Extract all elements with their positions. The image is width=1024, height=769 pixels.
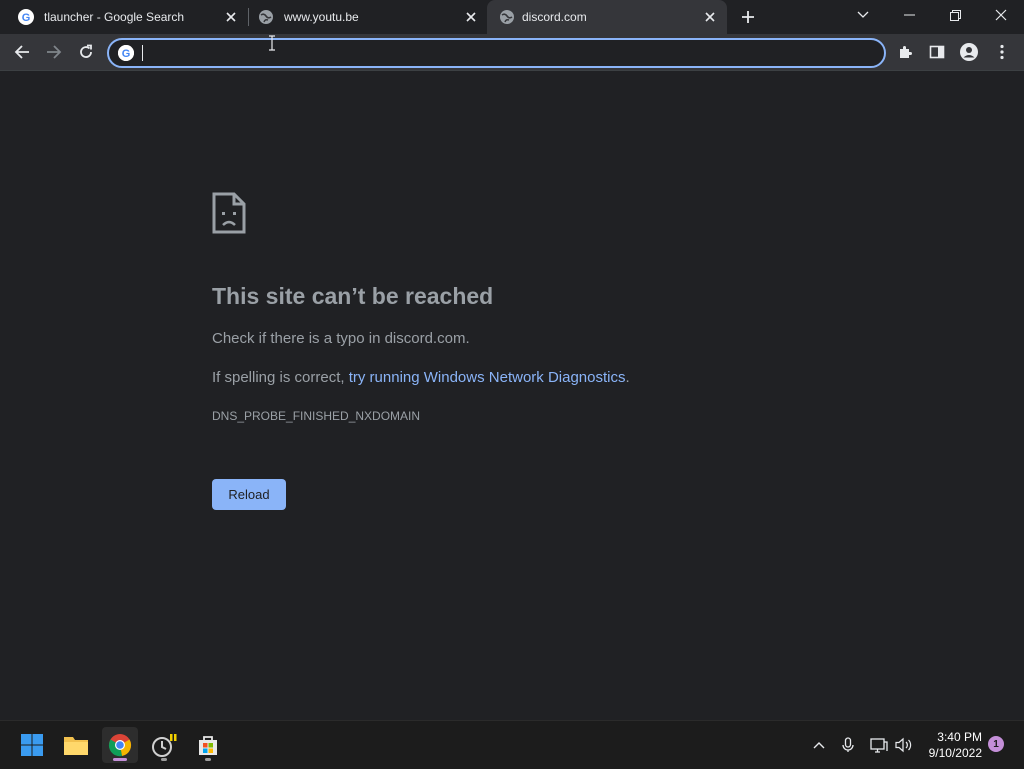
- minimize-button[interactable]: [896, 4, 922, 26]
- text-caret: [142, 45, 143, 61]
- volume-button[interactable]: [894, 735, 914, 755]
- microphone-button[interactable]: [838, 735, 858, 755]
- puzzle-icon: [900, 46, 912, 58]
- active-indicator: [113, 758, 127, 761]
- minimize-icon: [903, 14, 915, 16]
- diagnostics-prefix: If spelling is correct,: [212, 369, 349, 386]
- tab-title: discord.com: [522, 10, 587, 24]
- tab-google-search[interactable]: G tlauncher - Google Search: [0, 0, 248, 34]
- file-explorer-button[interactable]: [58, 727, 94, 763]
- diagnostics-message: If spelling is correct, try running Wind…: [212, 369, 630, 386]
- svg-text:G: G: [22, 12, 31, 24]
- chrome-icon: [108, 734, 132, 757]
- diagnostics-suffix: .: [625, 369, 630, 386]
- close-tab-icon[interactable]: [462, 8, 480, 26]
- taskbar: 3:40 PM 9/10/2022: [0, 720, 1024, 769]
- browser-toolbar: G: [0, 34, 1024, 71]
- error-code: DNS_PROBE_FINISHED_NXDOMAIN: [212, 409, 421, 423]
- network-diagnostics-link[interactable]: try running Windows Network Diagnostics: [349, 369, 626, 386]
- profile-button[interactable]: [958, 41, 980, 63]
- address-bar[interactable]: G: [107, 38, 886, 68]
- running-indicator: [161, 758, 167, 761]
- arrow-left-icon: [14, 45, 29, 59]
- taskbar-clock[interactable]: 3:40 PM 9/10/2022: [929, 729, 982, 761]
- typo-message: Check if there is a typo in discord.com.: [212, 330, 470, 347]
- globe-icon: [258, 9, 274, 25]
- plus-icon: [742, 11, 754, 23]
- side-panel-icon: [929, 45, 945, 59]
- clock-app-button[interactable]: [146, 727, 182, 763]
- kebab-menu-icon: [1000, 44, 1004, 60]
- close-tab-icon[interactable]: [222, 8, 240, 26]
- close-window-button[interactable]: [988, 4, 1014, 26]
- back-button[interactable]: [10, 41, 34, 63]
- chrome-taskbar-button[interactable]: [102, 727, 138, 763]
- folder-icon: [64, 737, 88, 755]
- google-icon: G: [18, 9, 34, 25]
- extensions-button[interactable]: [895, 41, 917, 63]
- sad-document-icon: [212, 192, 246, 239]
- microsoft-store-button[interactable]: [190, 727, 226, 763]
- network-button[interactable]: [869, 735, 889, 755]
- tab-youtu-be[interactable]: www.youtu.be: [240, 0, 488, 34]
- show-hidden-icons-button[interactable]: [809, 735, 829, 755]
- address-input[interactable]: [141, 43, 861, 63]
- windows-logo-icon: [21, 734, 43, 756]
- restore-icon: [949, 9, 961, 21]
- error-title: This site can’t be reached: [212, 283, 494, 309]
- clock-time: 3:40 PM: [937, 730, 982, 744]
- globe-icon: [499, 9, 515, 25]
- speaker-icon: [895, 737, 912, 753]
- alarm-clock-icon: [152, 734, 177, 757]
- refresh-icon: [80, 44, 92, 58]
- menu-button[interactable]: [991, 41, 1013, 63]
- profile-icon: [960, 43, 978, 61]
- network-icon: [870, 738, 888, 753]
- tab-discord[interactable]: discord.com: [487, 0, 727, 34]
- new-tab-button[interactable]: [738, 7, 758, 27]
- store-icon: [199, 736, 217, 755]
- tab-title: www.youtu.be: [284, 10, 359, 24]
- restore-button[interactable]: [942, 4, 968, 26]
- reload-button[interactable]: Reload: [212, 479, 286, 510]
- chevron-down-icon: [857, 11, 869, 18]
- svg-text:G: G: [122, 48, 131, 60]
- reload-toolbar-button[interactable]: [74, 41, 98, 63]
- notification-badge[interactable]: 1: [988, 736, 1004, 752]
- google-icon: G: [118, 45, 134, 61]
- tab-title: tlauncher - Google Search: [44, 10, 185, 24]
- running-indicator: [205, 758, 211, 761]
- forward-button[interactable]: [42, 41, 66, 63]
- start-button[interactable]: [14, 727, 50, 763]
- clock-date: 9/10/2022: [928, 746, 982, 760]
- tab-search-button[interactable]: [850, 4, 876, 26]
- tab-strip: G tlauncher - Google Search www.youtu.be…: [0, 0, 1024, 34]
- side-panel-button[interactable]: [926, 41, 948, 63]
- close-tab-icon[interactable]: [701, 8, 719, 26]
- microphone-icon: [842, 737, 854, 752]
- chevron-up-icon: [813, 742, 825, 749]
- text-cursor-icon: [269, 35, 275, 51]
- close-icon: [995, 9, 1007, 21]
- arrow-right-icon: [47, 45, 62, 59]
